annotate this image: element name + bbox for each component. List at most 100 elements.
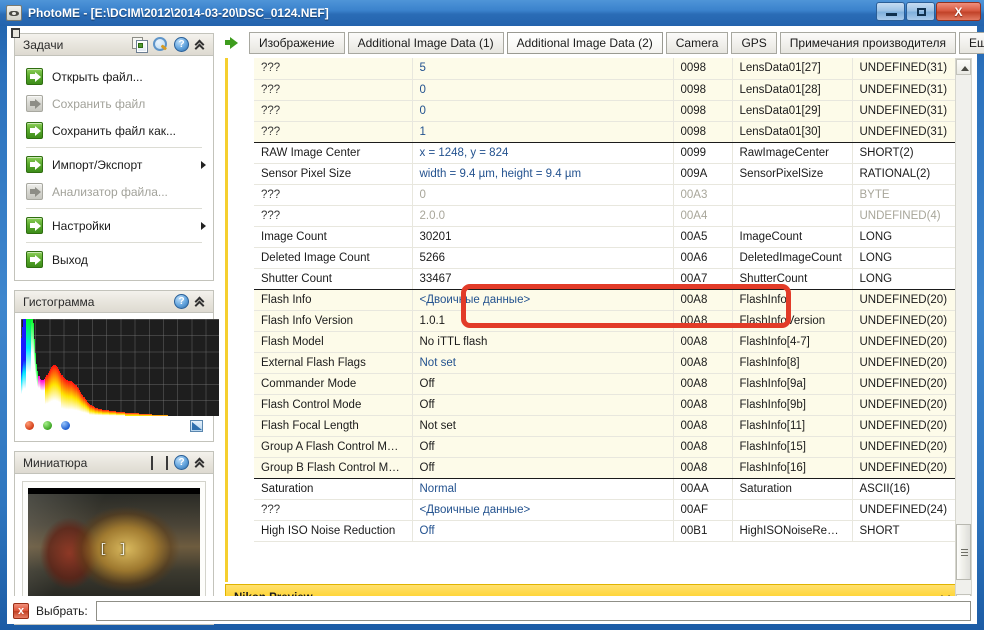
table-row[interactable]: ??? 0 0098 LensData01[29] UNDEFINED(31) (254, 100, 962, 122)
close-red-icon[interactable] (13, 602, 29, 619)
histogram-mode-icon[interactable] (190, 419, 203, 432)
tab-more[interactable]: Еще... (958, 32, 984, 54)
table-row[interactable]: RAW Image Center x = 1248, y = 824 0099 Raw… (254, 142, 962, 164)
tab-gps[interactable]: GPS (731, 32, 777, 54)
app-logo-icon (6, 5, 22, 21)
table-row[interactable]: High ISO Noise Reduction Off 00B1 HighISONo… (254, 520, 962, 542)
table-row[interactable]: ??? 1 0098 LensData01[30] UNDEFINED(31) (254, 121, 962, 143)
select-input[interactable] (95, 600, 971, 621)
close-icon: X (954, 4, 963, 19)
table-row[interactable]: ??? 0 0098 LensData01[28] UNDEFINED(31) (254, 79, 962, 101)
table-row[interactable]: Group B Flash Control Mode Off 00A8 FlashIn… (254, 457, 962, 479)
cell-value: Off (412, 436, 674, 458)
task-item-save-file-as[interactable]: Сохранить файл как... (15, 117, 213, 144)
histogram-panel-title: Гистограмма (23, 294, 95, 309)
table-row[interactable]: ??? 2.0.0 00A4 UNDEFINED(4) (254, 205, 962, 227)
cell-hex: 00AF (673, 499, 733, 521)
histogram-bars (21, 319, 219, 416)
copy-icon[interactable] (132, 37, 148, 53)
arrow-green-icon (26, 156, 43, 173)
histogram-channel-red-dot[interactable] (25, 421, 34, 430)
table-row[interactable]: Flash Model No iTTL flash 00A8 FlashInfo[4-… (254, 331, 962, 353)
arrow-green-icon (26, 251, 43, 268)
tab-image[interactable]: Изображение (249, 32, 345, 54)
table-row[interactable]: Flash Info Version 1.0.1 00A8 FlashInfoVers… (254, 310, 962, 332)
cell-type: LONG (852, 226, 962, 248)
task-item-settings[interactable]: Настройки (15, 212, 213, 239)
tab-additional-image-data-2[interactable]: Additional Image Data (2) (506, 32, 663, 54)
cell-value: Off (412, 520, 674, 542)
table-row[interactable]: External Flash Flags Not set 00A8 FlashInfo… (254, 352, 962, 374)
task-label: Сохранить файл (52, 96, 146, 111)
maximize-button[interactable] (906, 2, 935, 21)
cell-name: Image Count (254, 226, 413, 248)
table-row[interactable]: Shutter Count 33467 00A7 ShutterCount LONG (254, 268, 962, 290)
cell-name: External Flash Flags (254, 352, 413, 374)
cell-type: UNDEFINED(20) (852, 394, 962, 416)
table-row[interactable]: Sensor Pixel Size width = 9.4 µm, height … (254, 163, 962, 185)
tab-manufacturer-notes[interactable]: Примечания производителя (779, 32, 956, 54)
task-item-exit[interactable]: Выход (15, 246, 213, 273)
cell-type: UNDEFINED(24) (852, 499, 962, 521)
collapse-icon[interactable] (195, 38, 208, 52)
application-window: PhotoME - [E:\DCIM\2012\2014-03-20\DSC_0… (0, 0, 984, 630)
vertical-scrollbar[interactable] (955, 58, 972, 611)
cell-type: UNDEFINED(20) (852, 310, 962, 332)
table-row[interactable]: Flash Info <Двоичные данные> 00A8 FlashInfo… (254, 289, 962, 311)
tab-nav-arrow-icon[interactable] (225, 36, 240, 50)
table-row[interactable]: Flash Focal Length Not set 00A8 FlashInfo[1… (254, 415, 962, 437)
cell-value: Not set (412, 415, 674, 437)
table-row[interactable]: ??? <Двоичные данные> 00AF UNDEFINED(24) (254, 499, 962, 521)
search-icon[interactable] (153, 37, 168, 52)
submenu-arrow-icon (201, 221, 206, 230)
table-row[interactable]: ??? 5 0098 LensData01[27] UNDEFINED(31) (254, 58, 962, 80)
cell-name: ??? (254, 58, 413, 80)
cell-type: UNDEFINED(20) (852, 331, 962, 353)
task-item-open-file[interactable]: Открыть файл... (15, 63, 213, 90)
table-row[interactable]: Deleted Image Count 5266 00A6 DeletedImageC… (254, 247, 962, 269)
cell-type: UNDEFINED(20) (852, 457, 962, 479)
histogram-panel: Гистограмма (14, 290, 219, 442)
collapse-icon[interactable] (195, 295, 208, 309)
table-row[interactable]: Image Count 30201 00A5 ImageCount LONG (254, 226, 962, 248)
thumbnail-mode-icon[interactable] (151, 455, 168, 470)
histogram-channel-blue-dot[interactable] (61, 421, 70, 430)
cell-tag (732, 499, 853, 521)
status-bar: Выбрать: (7, 596, 977, 624)
minimize-button[interactable] (876, 2, 905, 21)
cell-tag: FlashInfo[4-7] (732, 331, 853, 353)
thumbnail-image[interactable]: [ ] (28, 488, 200, 610)
help-icon[interactable] (174, 455, 189, 470)
table-row[interactable]: Group A Flash Control Mode Off 00A8 FlashIn… (254, 436, 962, 458)
cell-tag: FlashInfo[8] (732, 352, 853, 374)
collapse-icon[interactable] (195, 456, 208, 470)
histogram-panel-header: Гистограмма (15, 291, 213, 313)
task-item-import-export[interactable]: Импорт/Экспорт (15, 151, 213, 178)
cell-name: ??? (254, 79, 413, 101)
table-row[interactable]: Flash Control Mode Off 00A8 FlashInfo[9b] UN… (254, 394, 962, 416)
help-icon[interactable] (174, 294, 189, 309)
histogram-channel-green-dot[interactable] (43, 421, 52, 430)
cell-tag: Saturation (732, 478, 853, 500)
metadata-table-scroll[interactable]: ??? 5 0098 LensData01[27] UNDEFINED(31)??? 0 0… (228, 58, 962, 582)
cell-tag (732, 205, 853, 227)
cell-name: Commander Mode (254, 373, 413, 395)
cell-tag: DeletedImageCount (732, 247, 853, 269)
table-row[interactable]: ??? 0 00A3 BYTE (254, 184, 962, 206)
divider (26, 147, 202, 148)
close-button[interactable]: X (936, 2, 981, 21)
table-row[interactable]: Commander Mode Off 00A8 FlashInfo[9a] UNDEFI… (254, 373, 962, 395)
cell-value: Normal (412, 478, 674, 500)
scrollbar-thumb[interactable] (956, 524, 971, 580)
cell-hex: 0098 (673, 100, 733, 122)
metadata-table-panel: ??? 5 0098 LensData01[27] UNDEFINED(31)??? 0 0… (225, 58, 962, 582)
cell-hex: 0099 (673, 142, 733, 164)
table-row[interactable]: Saturation Normal 00AA Saturation ASCII(16) (254, 478, 962, 500)
cell-name: ??? (254, 184, 413, 206)
scroll-up-button[interactable] (956, 59, 971, 75)
help-icon[interactable] (174, 37, 189, 52)
tab-camera[interactable]: Camera (665, 32, 729, 54)
cell-name: Deleted Image Count (254, 247, 413, 269)
cell-name: ??? (254, 499, 413, 521)
tab-additional-image-data-1[interactable]: Additional Image Data (1) (347, 32, 504, 54)
